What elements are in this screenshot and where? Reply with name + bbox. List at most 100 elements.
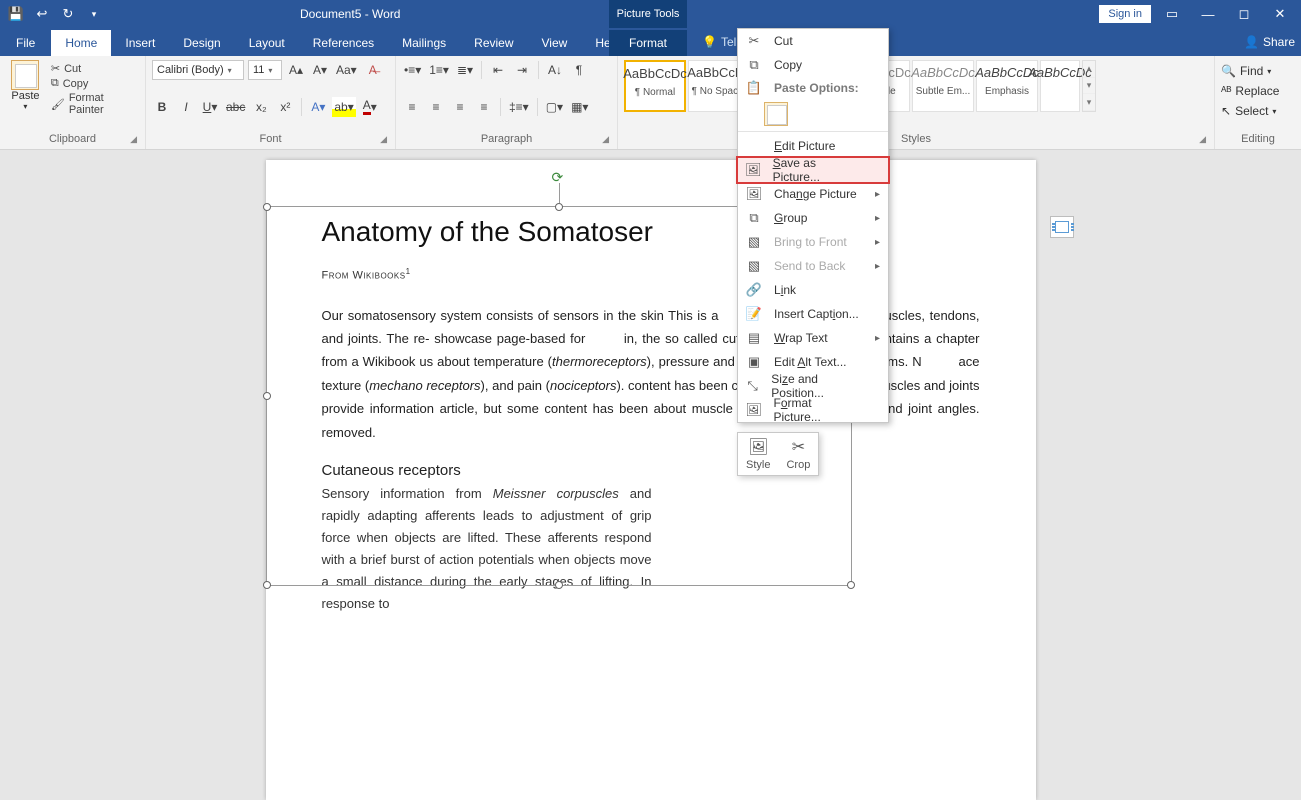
share-button[interactable]: 👤 Share [1244, 28, 1295, 56]
dialog-launcher-icon[interactable]: ◢ [380, 134, 387, 145]
tab-design[interactable]: Design [169, 30, 234, 56]
bold-icon[interactable]: B [152, 97, 172, 117]
underline-icon[interactable]: U▾ [200, 97, 220, 117]
borders-icon[interactable]: ▦▾ [569, 97, 590, 117]
subscript-icon[interactable]: x₂ [251, 97, 271, 117]
clipboard-icon: 📋 [744, 78, 764, 98]
tab-file[interactable]: File [0, 30, 51, 56]
chevron-down-icon[interactable]: ▾ [23, 102, 27, 111]
tab-mailings[interactable]: Mailings [388, 30, 460, 56]
resize-handle[interactable] [263, 203, 271, 211]
rotate-handle-icon[interactable]: ⟳ [552, 169, 566, 183]
align-right-icon[interactable]: ≡ [450, 97, 470, 117]
ctx-edit-picture[interactable]: Edit Picture [738, 134, 888, 158]
tab-home[interactable]: Home [51, 30, 111, 56]
resize-handle[interactable] [555, 203, 563, 211]
grow-font-icon[interactable]: A▴ [286, 60, 306, 80]
copy-icon: ⧉ [51, 77, 59, 90]
minimize-icon[interactable]: — [1193, 0, 1223, 28]
layout-options-button[interactable] [1050, 216, 1074, 238]
mini-style-button[interactable]: 🖼 Style [738, 433, 778, 475]
contextual-tab-label: Picture Tools [609, 0, 687, 28]
strikethrough-icon[interactable]: abc [224, 97, 247, 117]
numbering-icon[interactable]: 1≡▾ [427, 60, 451, 80]
show-marks-icon[interactable]: ¶ [569, 60, 589, 80]
dialog-launcher-icon[interactable]: ◢ [602, 134, 609, 145]
chevron-down-icon[interactable]: ▾ [268, 66, 272, 75]
chevron-down-icon[interactable]: ▾ [228, 66, 232, 75]
resize-handle[interactable] [263, 581, 271, 589]
resize-handle[interactable] [263, 392, 271, 400]
qat-customize-icon[interactable]: ▾ [82, 2, 106, 26]
font-color-icon[interactable]: A▾ [360, 97, 380, 117]
font-size-combo[interactable]: 11▾ [248, 60, 282, 80]
resize-handle[interactable] [847, 581, 855, 589]
change-case-icon[interactable]: Aa▾ [334, 60, 359, 80]
ctx-insert-caption[interactable]: 📝Insert Caption... [738, 302, 888, 326]
shrink-font-icon[interactable]: A▾ [310, 60, 330, 80]
style-normal[interactable]: AaBbCcDc¶ Normal [624, 60, 686, 112]
font-name-combo[interactable]: Calibri (Body)▾ [152, 60, 244, 80]
bullets-icon[interactable]: •≡▾ [402, 60, 423, 80]
highlight-icon[interactable]: ab▾ [332, 97, 355, 117]
ctx-paste-option[interactable] [738, 99, 888, 129]
ctx-size-position[interactable]: ⤡Size and Position... [738, 374, 888, 398]
cut-button[interactable]: ✂Cut [51, 62, 139, 75]
undo-icon[interactable]: ↩ [30, 2, 54, 26]
replace-button[interactable]: ᴬᴮReplace [1221, 82, 1295, 100]
ribbon-display-icon[interactable]: ▭ [1157, 0, 1187, 28]
ctx-label: Group [774, 211, 807, 225]
shading-icon[interactable]: ▢▾ [544, 97, 565, 117]
dialog-launcher-icon[interactable]: ◢ [1199, 134, 1206, 145]
ctx-save-as-picture[interactable]: 🖼Save as Picture... [738, 158, 888, 182]
justify-icon[interactable]: ≡ [474, 97, 494, 117]
tab-view[interactable]: View [528, 30, 582, 56]
ctx-copy[interactable]: ⧉Copy [738, 53, 888, 77]
ctx-format-picture[interactable]: 🖼Format Picture... [738, 398, 888, 422]
sort-icon[interactable]: A↓ [545, 60, 565, 80]
select-button[interactable]: ↖Select▾ [1221, 102, 1295, 120]
align-center-icon[interactable]: ≡ [426, 97, 446, 117]
text-effects-icon[interactable]: A▾ [308, 97, 328, 117]
save-icon[interactable]: 💾 [4, 2, 28, 26]
increase-indent-icon[interactable]: ⇥ [512, 60, 532, 80]
ctx-wrap-text[interactable]: ▤Wrap Text▸ [738, 326, 888, 350]
multilevel-icon[interactable]: ≣▾ [455, 60, 475, 80]
clear-formatting-icon[interactable]: A̶ [363, 60, 383, 80]
wrap-text-icon: ▤ [744, 328, 764, 348]
tab-format[interactable]: Format [609, 30, 687, 56]
styles-scroll[interactable]: ▴▾▾ [1082, 60, 1096, 112]
style-subtle-em[interactable]: AaBbCcDcSubtle Em... [912, 60, 974, 112]
find-button[interactable]: 🔍Find▾ [1221, 62, 1295, 80]
paste-button[interactable]: Paste ▾ [6, 60, 45, 116]
line-spacing-icon[interactable]: ‡≡▾ [507, 97, 531, 117]
close-icon[interactable]: ✕ [1265, 0, 1295, 28]
tab-review[interactable]: Review [460, 30, 527, 56]
ctx-change-picture[interactable]: 🖼Change Picture▸ [738, 182, 888, 206]
tab-insert[interactable]: Insert [111, 30, 169, 56]
ctx-cut[interactable]: ✂Cut [738, 29, 888, 53]
superscript-icon[interactable]: x² [275, 97, 295, 117]
tab-layout[interactable]: Layout [235, 30, 299, 56]
redo-icon[interactable]: ↻ [56, 2, 80, 26]
expand-gallery-icon[interactable]: ▾ [1083, 94, 1095, 111]
sign-in-button[interactable]: Sign in [1099, 5, 1151, 23]
resize-handle[interactable] [555, 581, 563, 589]
ctx-edit-alt[interactable]: ▣Edit Alt Text... [738, 350, 888, 374]
decrease-indent-icon[interactable]: ⇤ [488, 60, 508, 80]
copy-icon: ⧉ [744, 55, 764, 75]
scroll-up-icon[interactable]: ▴ [1083, 61, 1095, 78]
format-painter-button[interactable]: 🖌Format Painter [51, 92, 139, 116]
group-icon: ⧉ [744, 208, 764, 228]
copy-button[interactable]: ⧉Copy [51, 77, 139, 90]
align-left-icon[interactable]: ≡ [402, 97, 422, 117]
maximize-icon[interactable]: ◻ [1229, 0, 1259, 28]
tab-references[interactable]: References [299, 30, 388, 56]
mini-crop-button[interactable]: ✂ Crop [778, 433, 818, 475]
scroll-down-icon[interactable]: ▾ [1083, 78, 1095, 95]
style-more[interactable]: AaBbCcDc [1040, 60, 1080, 112]
ctx-group[interactable]: ⧉Group▸ [738, 206, 888, 230]
ctx-link[interactable]: 🔗Link [738, 278, 888, 302]
italic-icon[interactable]: I [176, 97, 196, 117]
dialog-launcher-icon[interactable]: ◢ [130, 134, 137, 145]
